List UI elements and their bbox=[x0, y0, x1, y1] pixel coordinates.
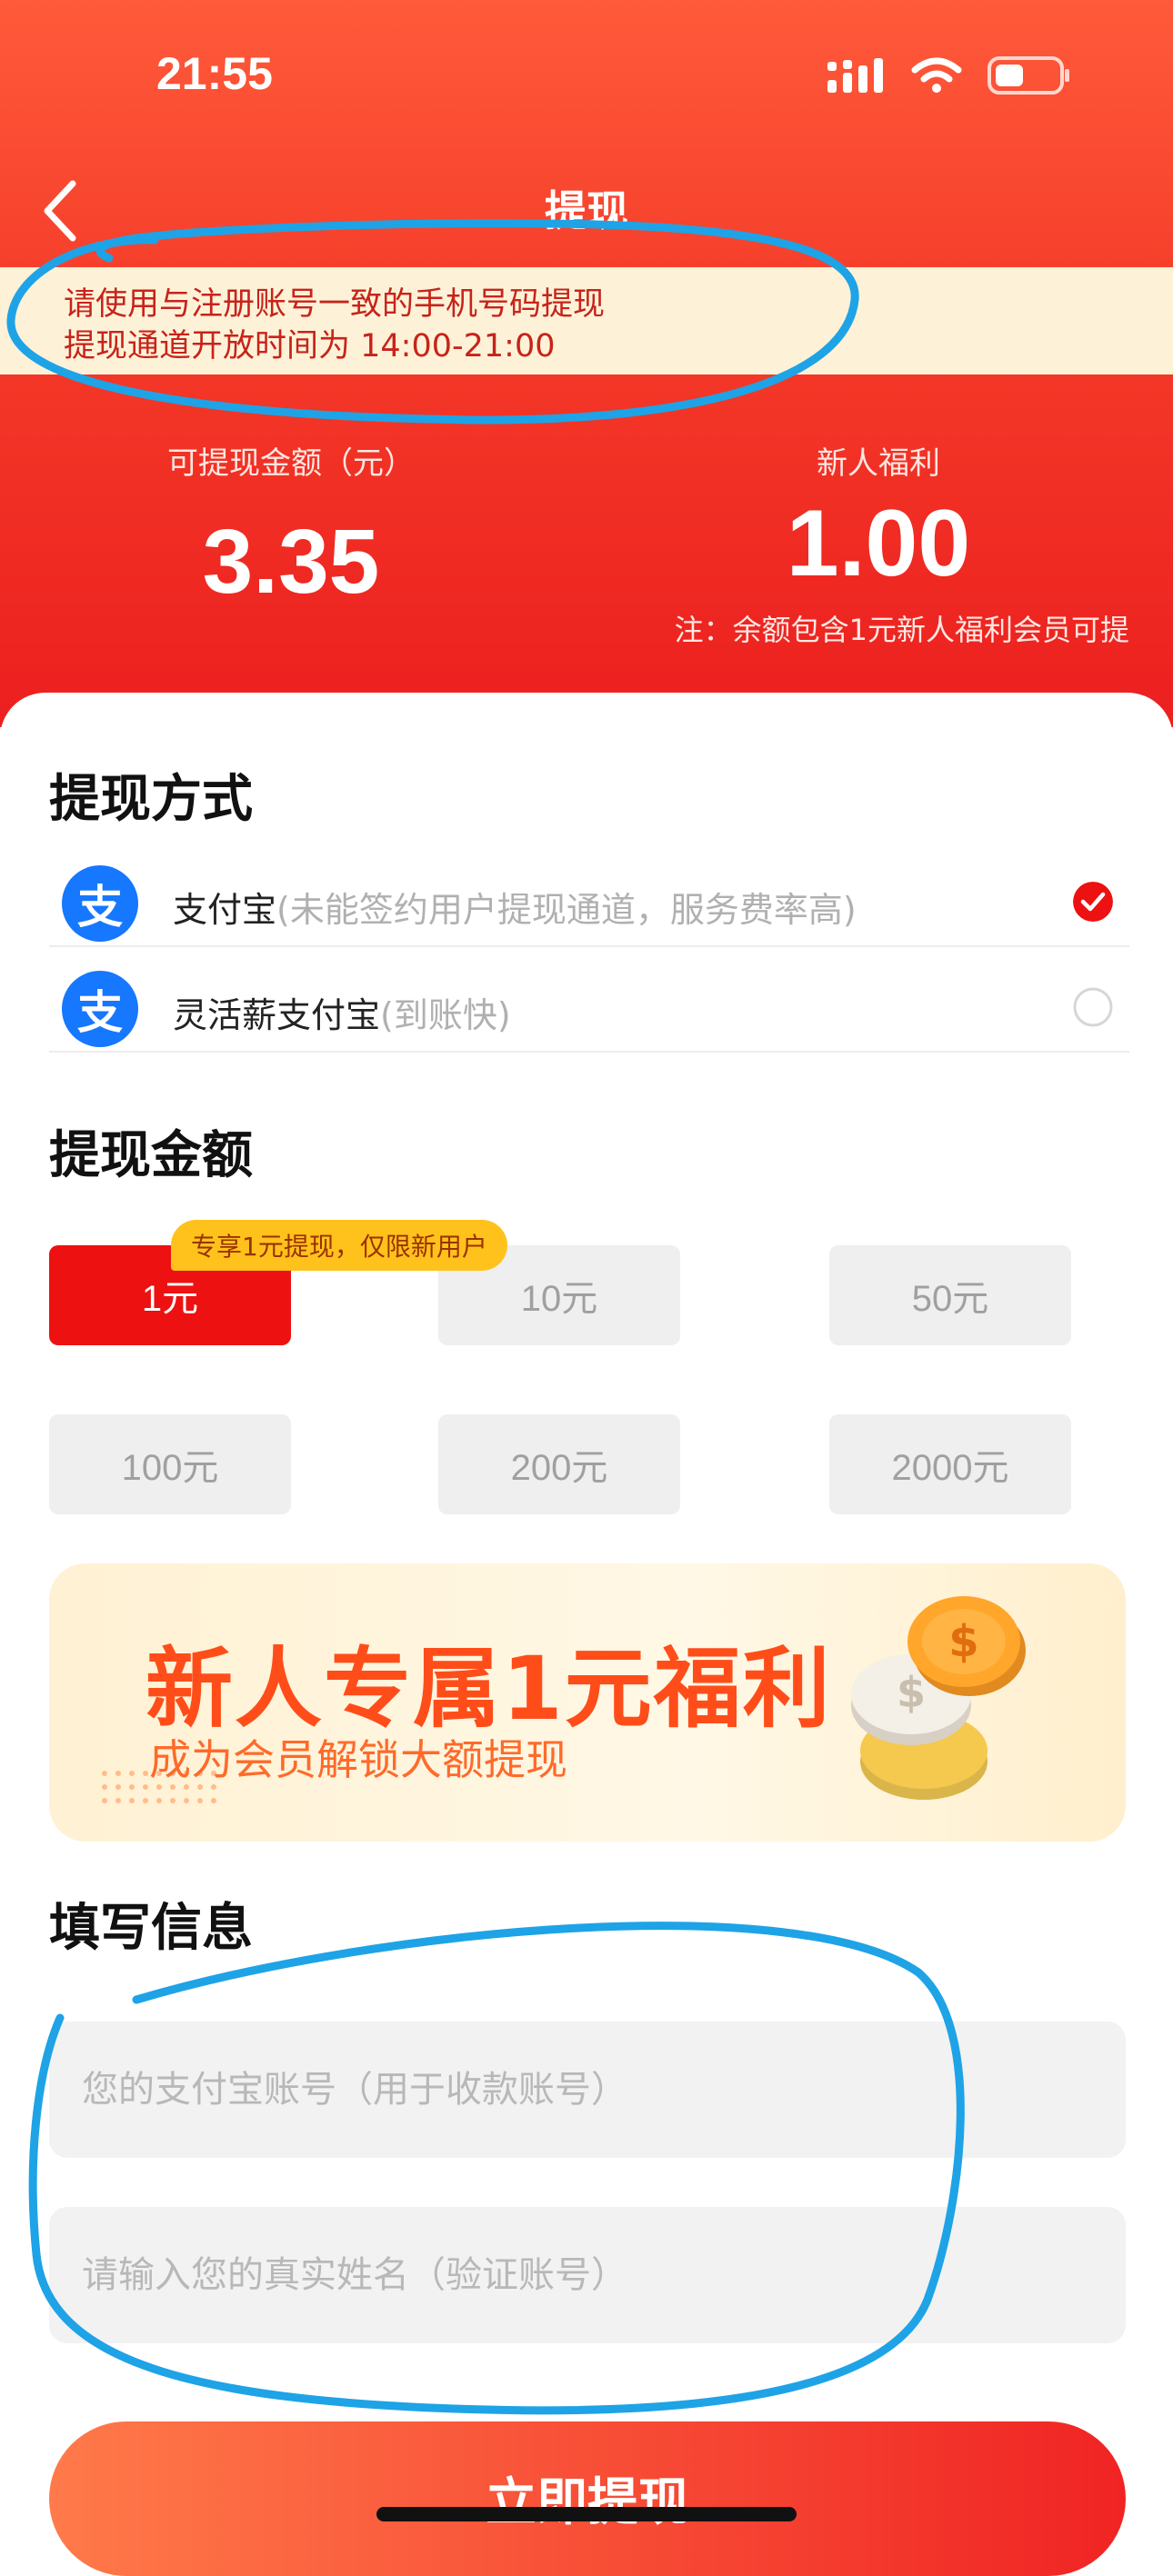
svg-text:$: $ bbox=[897, 1668, 926, 1717]
svg-text:$: $ bbox=[948, 1616, 978, 1667]
banner-subline: 成为会员解锁大额提现 bbox=[149, 1735, 567, 1784]
wifi-icon bbox=[911, 57, 962, 93]
new-user-benefit-banner[interactable]: 新人专属1元福利 成为会员解锁大额提现 $ $ bbox=[49, 1563, 1126, 1842]
battery-icon bbox=[988, 56, 1069, 95]
alipay-icon: 支 bbox=[62, 865, 138, 942]
notice-banner: 请使用与注册账号一致的手机号码提现 提现通道开放时间为 14:00-21:00 bbox=[0, 267, 1173, 374]
banner-headline: 新人专属1元福利 bbox=[145, 1638, 832, 1740]
method-section-title: 提现方式 bbox=[49, 770, 253, 829]
amount-option-200[interactable]: 200元 bbox=[438, 1414, 680, 1514]
withdrawable-block: 可提现金额（元） 3.35 bbox=[136, 438, 446, 614]
method-name: 灵活薪支付宝 bbox=[173, 995, 381, 1035]
bonus-amount: 1.00 bbox=[786, 491, 971, 596]
method-flexible-alipay[interactable]: 支 灵活薪支付宝(到账快) bbox=[49, 945, 1129, 1053]
radio-unchecked-icon[interactable] bbox=[1073, 987, 1113, 1027]
amount-section-title: 提现金额 bbox=[49, 1126, 253, 1185]
method-label: 灵活薪支付宝(到账快) bbox=[173, 987, 511, 1037]
new-user-tag: 专享1元提现，仅限新用户 bbox=[171, 1220, 507, 1271]
method-label: 支付宝(未能签约用户提现通道，服务费率高) bbox=[173, 882, 857, 932]
signal-icon bbox=[827, 58, 883, 93]
status-icons bbox=[827, 56, 1071, 95]
bonus-label: 新人福利 bbox=[817, 445, 940, 482]
info-section-title: 填写信息 bbox=[49, 1899, 253, 1958]
method-name: 支付宝 bbox=[173, 890, 277, 930]
status-time: 21:55 bbox=[156, 48, 273, 99]
method-sub: (到账快) bbox=[380, 995, 511, 1035]
bonus-block: 新人福利 1.00 bbox=[742, 438, 1015, 598]
method-alipay[interactable]: 支 支付宝(未能签约用户提现通道，服务费率高) bbox=[49, 840, 1129, 947]
alipay-account-input[interactable] bbox=[49, 2022, 1126, 2158]
real-name-input[interactable] bbox=[49, 2207, 1126, 2343]
submit-withdraw-button[interactable]: 立即提现 bbox=[49, 2421, 1126, 2576]
page-title: 提现 bbox=[545, 186, 628, 235]
coin-icon: $ $ bbox=[851, 1596, 1026, 1800]
method-sub: (未能签约用户提现通道，服务费率高) bbox=[276, 890, 857, 930]
amount-option-100[interactable]: 100元 bbox=[49, 1414, 291, 1514]
home-indicator bbox=[376, 2507, 797, 2521]
notice-line-1: 请使用与注册账号一致的手机号码提现 bbox=[64, 286, 606, 323]
amount-option-2000[interactable]: 2000元 bbox=[829, 1414, 1071, 1514]
alipay-icon: 支 bbox=[62, 971, 138, 1047]
check-icon[interactable] bbox=[1073, 882, 1113, 922]
balance-note: 注：余额包含1元新人福利会员可提 bbox=[674, 613, 1129, 647]
withdrawable-label: 可提现金额（元） bbox=[167, 445, 415, 482]
amount-option-50[interactable]: 50元 bbox=[829, 1245, 1071, 1345]
notice-line-2: 提现通道开放时间为 14:00-21:00 bbox=[64, 328, 556, 364]
withdrawable-amount: 3.35 bbox=[202, 511, 380, 613]
